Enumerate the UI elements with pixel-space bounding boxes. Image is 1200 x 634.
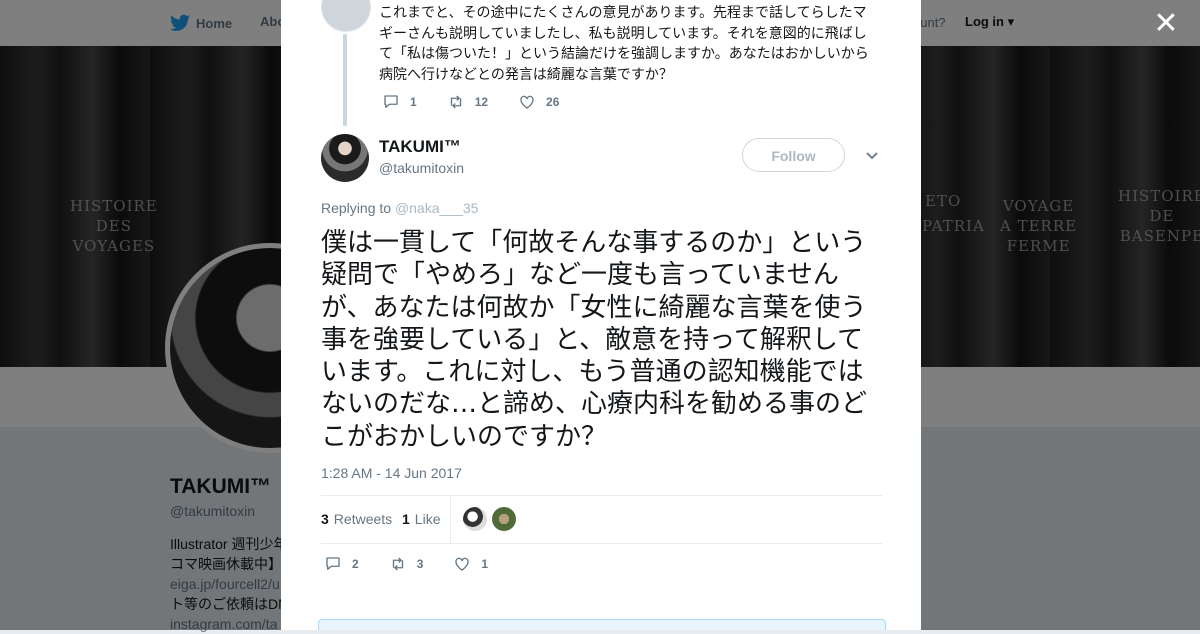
like-button[interactable]: 1	[453, 555, 488, 573]
heart-icon	[455, 557, 470, 571]
reply-count: 1	[410, 95, 417, 109]
close-icon[interactable]: ✕	[1152, 9, 1180, 39]
retweet-count: 12	[474, 95, 489, 109]
retweet-count: 3	[416, 557, 424, 571]
tweet-permalink-modal: これまでと、その途中にたくさんの意見があります。先程まで話してらしたマギーさんも…	[281, 0, 921, 630]
like-count: 26	[546, 95, 560, 109]
parent-tweet-text: これまでと、その途中にたくさんの意見があります。先程まで話してらしたマギーさんも…	[379, 4, 869, 82]
retweet-icon	[450, 95, 461, 109]
reply-button[interactable]: 1	[382, 93, 417, 111]
reply-icon	[326, 557, 340, 570]
like-button[interactable]: 26	[518, 93, 559, 111]
like-stat-count: 1	[402, 511, 410, 527]
retweet-stat-label: Retweets	[333, 511, 393, 527]
reply-count: 2	[352, 557, 359, 571]
author-handle[interactable]: @takumitoxin	[379, 160, 464, 176]
retweet-button[interactable]: 3	[389, 555, 424, 573]
parent-tweet-actions: 1 12 26	[382, 93, 589, 111]
liker-avatar[interactable]	[492, 507, 516, 531]
author-name[interactable]: TAKUMI™	[379, 137, 461, 157]
replying-to-link[interactable]: @naka___35	[395, 200, 479, 216]
tweet-timestamp[interactable]: 1:28 AM - 14 Jun 2017	[321, 465, 462, 481]
tweet-text: 僕は一貫して「何故そんな事するのか」という疑問で「やめろ」など一度も言っていませ…	[321, 228, 868, 452]
follow-button[interactable]: Follow	[742, 138, 845, 172]
likes-stat[interactable]: 1 Like	[402, 511, 440, 527]
heart-icon	[520, 95, 534, 109]
retweets-stat[interactable]: 3 Retweets	[321, 511, 392, 527]
retweet-stat-count: 3	[321, 511, 329, 527]
tweet-stats: 3 Retweets 1 Like	[321, 495, 882, 544]
retweet-icon	[392, 557, 403, 571]
thread-connector-line	[343, 34, 347, 126]
reply-icon	[384, 95, 398, 108]
stats-divider	[450, 496, 451, 543]
replying-to: Replying to @naka___35	[321, 200, 478, 216]
like-stat-label: Like	[414, 511, 441, 527]
reply-button[interactable]: 2	[324, 555, 359, 573]
liker-avatar[interactable]	[463, 507, 487, 531]
parent-tweet-avatar[interactable]	[321, 0, 371, 32]
chevron-down-icon[interactable]	[864, 148, 880, 164]
like-count: 1	[481, 557, 489, 571]
retweet-button[interactable]: 12	[447, 93, 488, 111]
replying-prefix: Replying to	[321, 200, 392, 216]
author-avatar[interactable]	[321, 134, 369, 182]
reply-compose-box[interactable]	[318, 619, 886, 630]
tweet-actions: 2 3 1	[324, 555, 518, 573]
